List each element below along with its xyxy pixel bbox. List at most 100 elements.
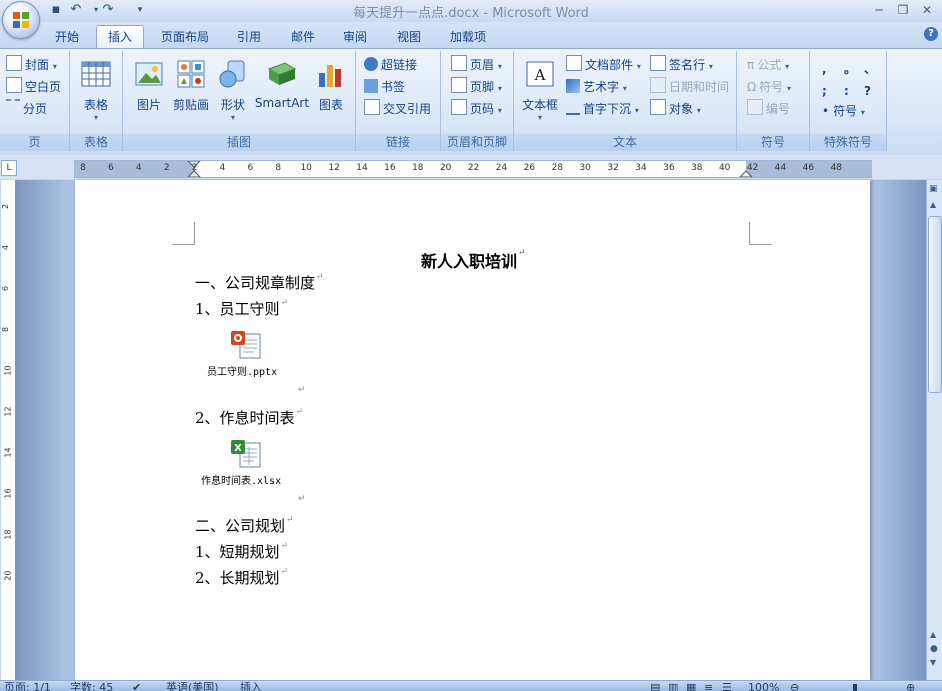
ruler-tick-label: 20 bbox=[439, 163, 452, 173]
ruler-tick-label: 40 bbox=[718, 163, 731, 173]
numbering-button[interactable]: 编号 bbox=[747, 99, 790, 119]
omega-icon: Ω bbox=[747, 80, 757, 94]
section-heading-text: 一、公司规章制度 bbox=[195, 274, 316, 292]
group-special-symbols: , 。 、 ; : ? • 符号 ▾ 特殊符号 bbox=[810, 51, 887, 151]
list-item-text: 1、短期规划 bbox=[195, 543, 280, 561]
save-icon[interactable]: ▪ bbox=[48, 2, 64, 18]
group-symbols-label: 符号 bbox=[737, 134, 809, 151]
wordart-button[interactable]: 艺术字 ▾ bbox=[566, 77, 627, 97]
status-bar: 页面: 1/1 字数: 45 ✔ 英语(美国) 插入 ▤ ▥ ▦ ≡ ☰ 100… bbox=[0, 680, 942, 691]
undo-icon[interactable]: ↶ bbox=[68, 2, 84, 18]
tab-review[interactable]: 审阅 bbox=[334, 27, 376, 47]
vertical-ruler-tick-label: 6 bbox=[1, 285, 11, 292]
signature-line-button[interactable]: 签名行 ▾ bbox=[650, 55, 713, 75]
drop-cap-button[interactable]: 首字下沉 ▾ bbox=[566, 99, 639, 119]
ribbon-tab-bar: 开始 插入 页面布局 引用 邮件 审阅 视图 加载项 bbox=[0, 22, 942, 49]
tab-mailings[interactable]: 邮件 bbox=[282, 27, 324, 47]
cover-page-icon bbox=[6, 55, 22, 71]
paragraph-mark-icon: ↵ bbox=[298, 494, 306, 504]
ruler-tick-label: 18 bbox=[412, 163, 424, 173]
table-label: 表格 bbox=[83, 98, 108, 112]
ruler-tick-label: 46 bbox=[802, 163, 815, 173]
tab-selector-icon[interactable]: L bbox=[1, 160, 17, 176]
paragraph-mark-icon: ↵ bbox=[295, 407, 304, 417]
date-time-label: 日期和时间 bbox=[669, 80, 730, 94]
table-button[interactable]: 表格 ▾ bbox=[78, 59, 114, 122]
page-number-label: 页码 bbox=[470, 102, 495, 116]
minimize-icon[interactable]: ─ bbox=[868, 2, 890, 18]
restore-icon[interactable]: ❐ bbox=[892, 2, 914, 18]
scrollbar-thumb[interactable] bbox=[928, 216, 942, 393]
help-icon[interactable]: ? bbox=[924, 27, 938, 41]
office-button[interactable] bbox=[2, 1, 40, 39]
group-links-label: 链接 bbox=[356, 134, 440, 151]
quick-parts-button[interactable]: 文档部件 ▾ bbox=[566, 55, 641, 75]
page-number-button[interactable]: 页码 ▾ bbox=[451, 99, 502, 119]
shapes-label: 形状 bbox=[220, 98, 245, 112]
drop-cap-icon bbox=[566, 99, 580, 115]
clipart-button[interactable]: 剪贴画 bbox=[171, 59, 211, 113]
header-button[interactable]: 页眉 ▾ bbox=[451, 55, 502, 75]
tab-home[interactable]: 开始 bbox=[46, 27, 88, 47]
footer-button[interactable]: 页脚 ▾ bbox=[451, 77, 502, 97]
quick-parts-icon bbox=[566, 55, 582, 71]
tab-page-layout[interactable]: 页面布局 bbox=[152, 27, 218, 47]
picture-button[interactable]: 图片 bbox=[131, 59, 167, 113]
smartart-button[interactable]: SmartArt bbox=[253, 59, 311, 110]
ruler-tick-label: 42 bbox=[746, 163, 759, 173]
ruler-tick-label: 38 bbox=[691, 163, 703, 173]
prev-page-icon[interactable]: ▲ bbox=[930, 630, 936, 639]
tab-view[interactable]: 视图 bbox=[388, 27, 430, 47]
textbox-button[interactable]: A 文本框 ▾ bbox=[518, 59, 562, 122]
qat-customize-icon[interactable]: ▾ bbox=[132, 2, 148, 18]
ruler-tick-label: 4 bbox=[135, 163, 142, 173]
paragraph-mark-icon: ↵ bbox=[518, 248, 526, 258]
xlsx-file-label: 作息时间表.xlsx bbox=[201, 476, 282, 487]
close-icon[interactable]: ✕ bbox=[916, 2, 938, 18]
tab-addins[interactable]: 加载项 bbox=[440, 27, 496, 47]
special-more-symbols-button[interactable]: • 符号 ▾ bbox=[822, 101, 865, 121]
document-page[interactable]: 新人入职培训↵ 一、公司规章制度↵ 1、员工守则↵ 员工守则.pptx ↵ 2、… bbox=[75, 180, 870, 680]
equation-button[interactable]: π 公式 ▾ bbox=[747, 55, 789, 75]
smartart-icon bbox=[267, 62, 297, 85]
tab-references[interactable]: 引用 bbox=[228, 27, 270, 47]
object-button[interactable]: 对象 ▾ bbox=[650, 99, 701, 119]
shapes-button[interactable]: 形状 ▾ bbox=[215, 59, 251, 122]
vertical-ruler-tick-label: 14 bbox=[3, 447, 13, 458]
redo-icon[interactable]: ↷ bbox=[100, 2, 116, 18]
scroll-up-icon[interactable]: ▲ bbox=[930, 200, 936, 209]
vertical-ruler-tick-label: 10 bbox=[3, 365, 13, 376]
xlsx-file-icon[interactable]: X bbox=[230, 439, 262, 469]
page-break-button[interactable]: 分页 bbox=[6, 99, 47, 119]
special-symbol-comma[interactable]: , bbox=[822, 59, 827, 79]
special-symbol-semicolon[interactable]: ; bbox=[822, 81, 827, 101]
date-time-button[interactable]: 日期和时间 bbox=[650, 77, 729, 97]
clipart-icon bbox=[177, 60, 205, 88]
special-symbol-dunhao[interactable]: 、 bbox=[864, 59, 876, 79]
special-symbol-question[interactable]: ? bbox=[864, 81, 871, 101]
group-illustrations: 图片 剪贴画 形状 ▾ SmartArt 图表 插图 bbox=[123, 51, 356, 151]
cross-reference-button[interactable]: 交叉引用 bbox=[364, 99, 431, 119]
next-page-icon[interactable]: ▼ bbox=[930, 658, 936, 667]
hyperlink-icon bbox=[364, 57, 378, 71]
cover-page-button[interactable]: 封面 ▾ bbox=[6, 55, 57, 75]
symbol-button[interactable]: Ω 符号 ▾ bbox=[747, 77, 791, 97]
ruler-tick-label: 26 bbox=[523, 163, 536, 173]
blank-page-button[interactable]: 空白页 bbox=[6, 77, 61, 97]
vertical-ruler[interactable]: 2 4 6 8 10 12 14 16 18 20 bbox=[1, 180, 16, 680]
horizontal-ruler[interactable]: 8 6 4 2 2 4 6 8 10 12 14 16 18 20 22 24 26 28 30 32 34 36 38 40… bbox=[74, 160, 872, 178]
pptx-file-icon[interactable] bbox=[230, 330, 262, 360]
vertical-ruler-tick-label: 4 bbox=[1, 244, 11, 251]
hyperlink-label: 超链接 bbox=[381, 58, 418, 72]
vertical-ruler-tick-label: 2 bbox=[1, 203, 11, 210]
chart-button[interactable]: 图表 bbox=[313, 59, 349, 113]
hyperlink-button[interactable]: 超链接 bbox=[364, 55, 417, 75]
special-symbol-colon[interactable]: : bbox=[844, 81, 849, 101]
special-symbol-period[interactable]: 。 bbox=[844, 59, 856, 79]
numbering-label: 编号 bbox=[766, 102, 791, 116]
tab-insert[interactable]: 插入 bbox=[96, 25, 144, 49]
view-ruler-icon[interactable]: ▣ bbox=[929, 184, 938, 194]
ruler-tick-label: 6 bbox=[108, 163, 114, 173]
browse-object-icon[interactable]: ● bbox=[930, 644, 938, 654]
bookmark-button[interactable]: 书签 bbox=[364, 77, 405, 97]
